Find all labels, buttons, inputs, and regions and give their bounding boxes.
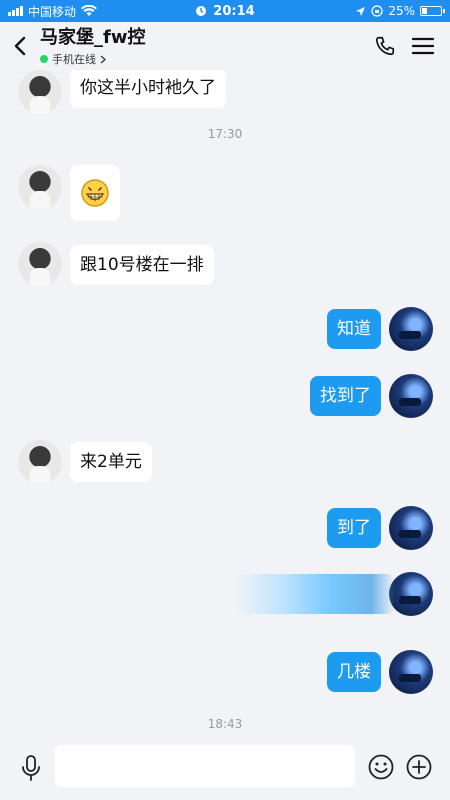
- my-avatar[interactable]: [389, 650, 433, 694]
- message-row: [0, 165, 450, 221]
- message-row: 到了: [0, 506, 450, 554]
- battery-icon: [420, 6, 445, 16]
- message-bubble[interactable]: 找到了: [310, 376, 381, 416]
- message-row: 你这半小时衪久了: [0, 70, 450, 116]
- message-bubble[interactable]: 来2单元: [70, 442, 152, 482]
- message-row: 找到了: [0, 374, 450, 422]
- carrier-label: 中国移动: [28, 4, 77, 19]
- my-avatar[interactable]: [389, 572, 433, 616]
- emoji-icon[interactable]: [368, 754, 394, 780]
- microphone-icon[interactable]: [20, 755, 42, 781]
- message-input[interactable]: [55, 745, 355, 787]
- signal-icon: [8, 6, 23, 16]
- message-row: 来2单元: [0, 440, 450, 488]
- message-bubble[interactable]: 知道: [327, 309, 381, 349]
- location-icon: [356, 6, 366, 16]
- message-row: 知道: [0, 307, 450, 355]
- chevron-right-icon: [100, 55, 106, 63]
- back-icon: [14, 36, 26, 56]
- message-bubble[interactable]: 几楼: [327, 652, 381, 692]
- message-bubble[interactable]: 跟10号楼在一排: [70, 245, 214, 285]
- contact-avatar[interactable]: [18, 165, 62, 209]
- chat-header: 马家堡_fw控 手机在线: [0, 22, 450, 70]
- contact-avatar[interactable]: [18, 242, 62, 286]
- clock-time: 20:14: [213, 3, 255, 19]
- online-status-label: 手机在线: [52, 53, 96, 66]
- emoji-message-bubble[interactable]: [70, 165, 120, 221]
- message-list[interactable]: 你这半小时衪久了 17:30 跟10号楼在一排 知道 找到了 来2单元 到了 几…: [0, 70, 450, 735]
- grin-emoji-icon: [81, 179, 109, 207]
- back-button[interactable]: [0, 22, 40, 70]
- blurred-message-bubble[interactable]: [235, 574, 395, 614]
- my-avatar[interactable]: [389, 307, 433, 351]
- rotation-lock-icon: [371, 5, 383, 17]
- message-timestamp: 17:30: [207, 127, 243, 141]
- input-bar: [0, 735, 450, 800]
- phone-icon[interactable]: [374, 35, 396, 57]
- status-bar: 中国移动 20:14 25%: [0, 0, 450, 22]
- message-bubble[interactable]: 你这半小时衪久了: [70, 70, 226, 108]
- online-status[interactable]: 手机在线: [40, 51, 374, 67]
- plus-icon[interactable]: [406, 754, 432, 780]
- my-avatar[interactable]: [389, 374, 433, 418]
- my-avatar[interactable]: [389, 506, 433, 550]
- wifi-icon: [81, 5, 98, 16]
- message-row: 跟10号楼在一排: [0, 242, 450, 290]
- alarm-icon: [196, 6, 207, 16]
- message-row: [0, 572, 450, 620]
- battery-percent: 25%: [388, 4, 415, 18]
- chat-title[interactable]: 马家堡_fw控: [40, 27, 374, 49]
- message-timestamp: 18:43: [207, 717, 243, 731]
- contact-avatar[interactable]: [18, 70, 62, 114]
- message-row: 几楼: [0, 650, 450, 698]
- contact-avatar[interactable]: [18, 440, 62, 484]
- online-dot-icon: [40, 55, 48, 63]
- message-bubble[interactable]: 到了: [327, 508, 381, 548]
- menu-icon[interactable]: [412, 37, 434, 55]
